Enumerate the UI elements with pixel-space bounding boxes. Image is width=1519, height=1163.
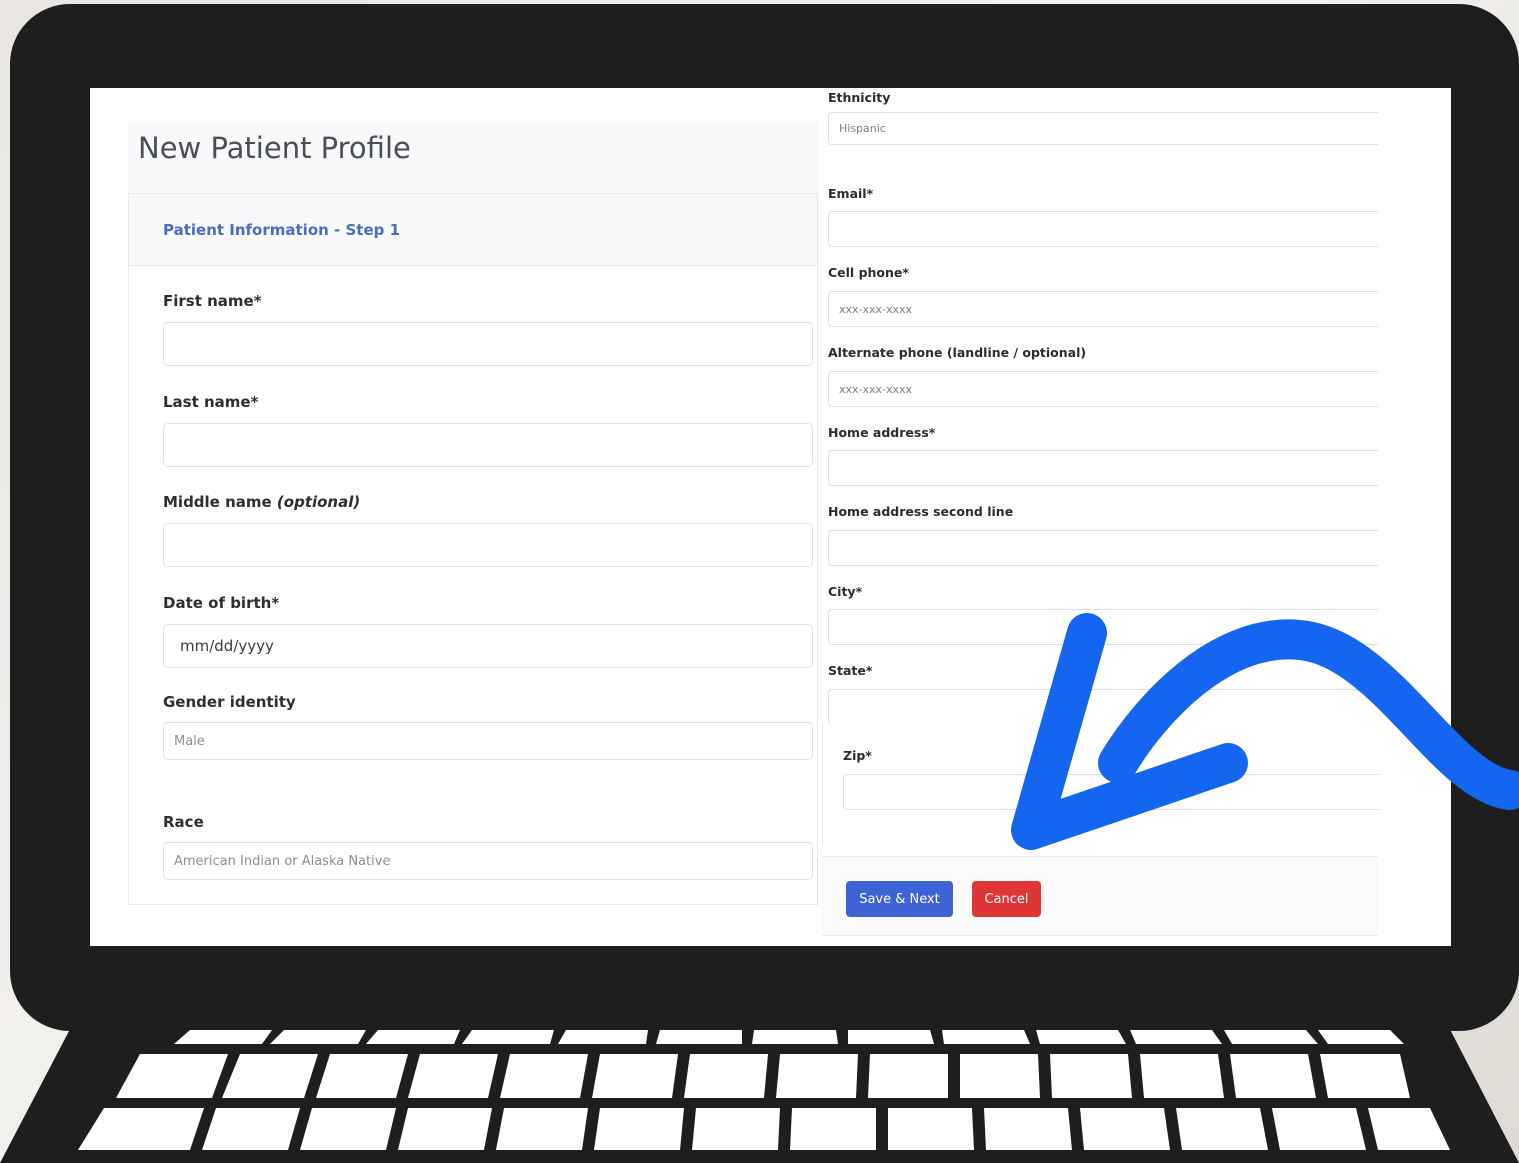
email-label: Email*	[828, 186, 874, 201]
zip-label: Zip*	[843, 748, 872, 763]
first-name-label: First name*	[163, 292, 262, 310]
step-title: Patient Information - Step 1	[163, 221, 401, 239]
date-of-birth-label: Date of birth*	[163, 594, 280, 612]
gender-identity-label: Gender identity	[163, 693, 296, 711]
cancel-button[interactable]: Cancel	[972, 881, 1041, 917]
last-name-input[interactable]	[163, 423, 813, 467]
middle-name-input[interactable]	[163, 523, 813, 567]
alt-phone-input[interactable]: xxx-xxx-xxxx	[828, 371, 1378, 407]
zip-section: Zip*	[822, 724, 1379, 844]
alt-phone-label: Alternate phone (landline / optional)	[828, 345, 1087, 360]
middle-name-label: Middle name (optional)	[163, 493, 361, 511]
race-label: Race	[163, 813, 204, 831]
email-input[interactable]	[828, 211, 1378, 247]
date-of-birth-input[interactable]: mm/dd/yyyy	[163, 624, 813, 668]
card-header: Patient Information - Step 1	[129, 194, 817, 266]
home-address-label: Home address*	[828, 425, 936, 440]
race-select[interactable]: American Indian or Alaska Native	[163, 842, 813, 880]
home-address-2-label: Home address second line	[828, 504, 1014, 519]
page-title: New Patient Profile	[138, 131, 411, 165]
laptop-keyboard	[0, 1010, 1519, 1163]
form-footer: Save & Next Cancel	[822, 856, 1378, 936]
cell-phone-label: Cell phone*	[828, 265, 909, 280]
city-input[interactable]	[828, 609, 1378, 645]
gender-identity-select[interactable]: Male	[163, 722, 813, 760]
patient-form-right: Ethnicity Hispanic Email* Cell phone* xx…	[822, 88, 1451, 946]
patient-form-left: New Patient Profile Patient Information …	[128, 123, 818, 905]
last-name-label: Last name*	[163, 393, 259, 411]
city-label: City*	[828, 584, 863, 599]
first-name-input[interactable]	[163, 322, 813, 366]
cell-phone-input[interactable]: xxx-xxx-xxxx	[828, 291, 1378, 327]
home-address-input[interactable]	[828, 450, 1378, 486]
state-select[interactable]	[828, 689, 1378, 725]
laptop-screen: New Patient Profile Patient Information …	[90, 88, 1451, 946]
home-address-2-input[interactable]	[828, 530, 1378, 566]
state-label: State*	[828, 663, 873, 678]
save-next-button[interactable]: Save & Next	[846, 881, 953, 917]
patient-info-card: Patient Information - Step 1 First name*…	[128, 193, 818, 905]
ethnicity-label: Ethnicity	[828, 90, 891, 105]
zip-input[interactable]	[843, 774, 1379, 810]
ethnicity-select[interactable]: Hispanic	[828, 112, 1378, 145]
